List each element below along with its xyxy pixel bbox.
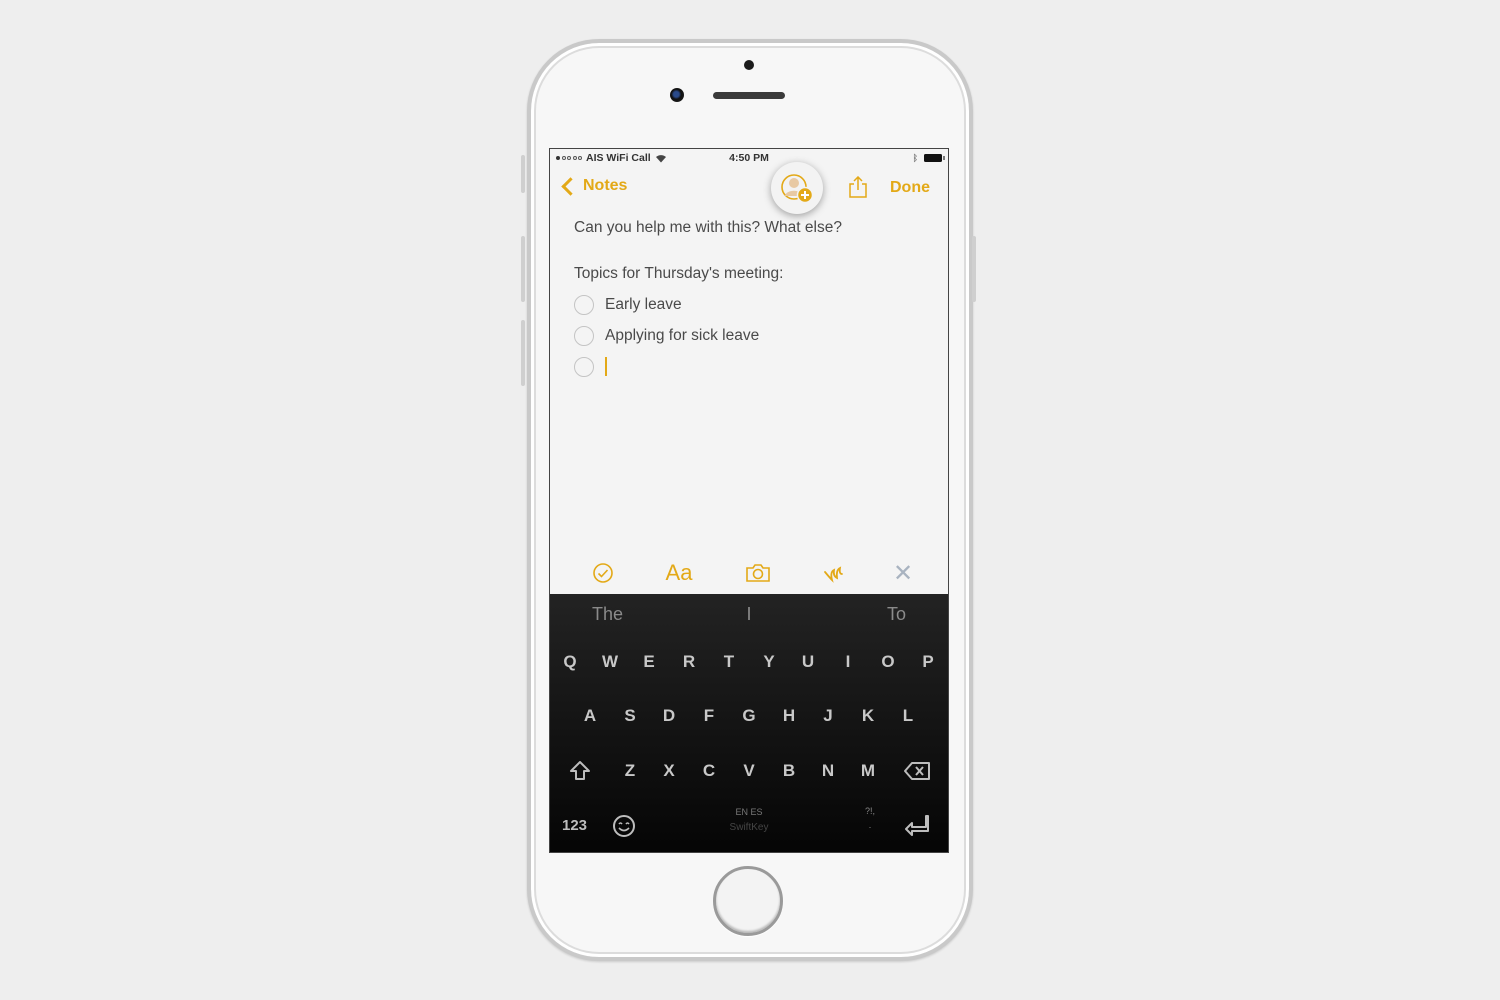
key[interactable]: X: [649, 756, 689, 786]
key[interactable]: V: [729, 756, 769, 786]
key[interactable]: B: [769, 756, 809, 786]
back-label: Notes: [583, 177, 628, 194]
volume-down-button: [521, 320, 525, 386]
home-button[interactable]: [713, 866, 783, 936]
shift-icon[interactable]: [568, 759, 592, 783]
checkbox-circle-icon[interactable]: [574, 325, 594, 346]
key[interactable]: Y: [749, 647, 789, 677]
key[interactable]: H: [769, 701, 809, 731]
close-icon: ✕: [892, 559, 914, 587]
punctuation-alt-label: ?!,: [864, 806, 875, 816]
key[interactable]: J: [808, 701, 848, 731]
sketch-icon: [824, 566, 843, 583]
key[interactable]: G: [729, 701, 769, 731]
screen: AIS WiFi Call 4:50 PM ᛒ Notes Done Can y…: [549, 148, 949, 853]
battery-icon: [924, 154, 945, 162]
status-time: 4:50 PM: [729, 152, 769, 164]
key[interactable]: R: [669, 647, 709, 677]
formatting-toolbar: Aa ✕: [550, 553, 948, 593]
key[interactable]: D: [649, 701, 689, 731]
chevron-left-icon: [561, 176, 580, 196]
bluetooth-icon: ᛒ: [912, 153, 918, 163]
key[interactable]: N: [808, 756, 848, 786]
key[interactable]: S: [610, 701, 650, 731]
add-people-button[interactable]: [771, 162, 823, 214]
done-button[interactable]: Done: [890, 179, 930, 197]
keyboard: The I To Q W E R T Y U I O P A S D F G H…: [550, 594, 948, 852]
key[interactable]: P: [908, 647, 948, 677]
checkbox-circle-icon[interactable]: [574, 356, 594, 377]
back-to-notes-button[interactable]: Notes: [561, 176, 628, 196]
key[interactable]: T: [709, 647, 749, 677]
key[interactable]: L: [888, 701, 928, 731]
backspace-icon[interactable]: [903, 761, 931, 781]
checklist-item-text: Early leave: [605, 295, 682, 313]
key-row-3: Z X C V B N M: [550, 756, 948, 786]
key[interactable]: C: [689, 756, 729, 786]
camera-button[interactable]: [745, 560, 771, 586]
checkbox-circle-icon[interactable]: [574, 294, 594, 315]
checklist-item[interactable]: [574, 351, 936, 382]
key[interactable]: M: [848, 756, 888, 786]
power-button: [972, 236, 976, 302]
front-camera: [670, 88, 684, 102]
key[interactable]: W: [590, 647, 630, 677]
key[interactable]: U: [788, 647, 828, 677]
key[interactable]: K: [848, 701, 888, 731]
return-icon[interactable]: [904, 813, 930, 837]
add-person-icon: [781, 174, 814, 204]
camera-icon: [746, 564, 770, 582]
key[interactable]: Q: [550, 647, 590, 677]
text-cursor: [605, 357, 607, 376]
format-text-icon: Aa: [665, 560, 693, 585]
note-heading: Topics for Thursday's meeting:: [574, 265, 784, 282]
punctuation-key[interactable]: ?!, .: [862, 806, 878, 830]
checklist-item[interactable]: Applying for sick leave: [574, 320, 936, 351]
close-toolbar-button[interactable]: ✕: [890, 559, 916, 587]
volume-up-button: [521, 236, 525, 302]
share-icon[interactable]: [848, 176, 868, 198]
key-row-4: 123 EN ES SwiftKey ?!, .: [550, 806, 948, 850]
space-bar[interactable]: EN ES SwiftKey: [550, 807, 948, 833]
checklist-icon: [593, 563, 613, 583]
key[interactable]: F: [689, 701, 729, 731]
status-bar: AIS WiFi Call 4:50 PM ᛒ: [550, 149, 948, 167]
checklist-button[interactable]: [590, 560, 616, 586]
key[interactable]: O: [868, 647, 908, 677]
note-body[interactable]: Can you help me with this? What else? To…: [574, 217, 936, 382]
earpiece-speaker: [713, 92, 785, 99]
checklist-item-text: Applying for sick leave: [605, 326, 760, 344]
key[interactable]: E: [629, 647, 669, 677]
key-row-2: A S D F G H J K L: [550, 701, 948, 731]
punctuation-label: .: [868, 820, 872, 830]
sketch-button[interactable]: [821, 560, 847, 586]
proximity-sensor: [744, 60, 754, 70]
key[interactable]: A: [570, 701, 610, 731]
key[interactable]: I: [828, 647, 868, 677]
language-label: EN ES: [735, 807, 763, 817]
key[interactable]: Z: [610, 756, 650, 786]
prediction-right[interactable]: To: [887, 600, 906, 628]
note-line: Can you help me with this? What else?: [574, 219, 842, 236]
mute-switch: [521, 155, 525, 193]
swiftkey-logo: SwiftKey: [729, 822, 769, 833]
key-row-1: Q W E R T Y U I O P: [550, 647, 948, 677]
nav-bar: Notes Done: [550, 171, 948, 207]
checklist-item[interactable]: Early leave: [574, 289, 936, 320]
format-text-button[interactable]: Aa: [665, 560, 693, 586]
